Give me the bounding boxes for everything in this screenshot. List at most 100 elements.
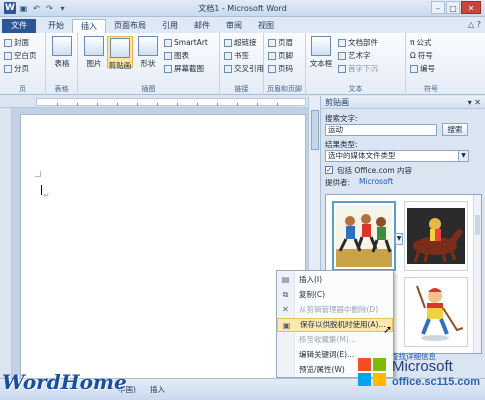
save-offline-icon: ▣	[282, 321, 291, 330]
cross-reference-button[interactable]: 交叉引用	[224, 63, 264, 74]
wordhome-watermark: WordHome	[2, 370, 127, 394]
tab-mailings[interactable]: 邮件	[186, 19, 218, 33]
search-input[interactable]: 运动	[325, 124, 437, 136]
horizontal-ruler[interactable]	[36, 98, 306, 106]
tab-home[interactable]: 开始	[40, 19, 72, 33]
pages-group-label: 页	[19, 85, 26, 93]
document-area: ↵	[12, 108, 320, 378]
help-icon[interactable]: △ ?	[468, 20, 481, 29]
windows-logo-icon	[358, 358, 388, 388]
tab-page-layout[interactable]: 页面布局	[106, 19, 154, 33]
header-footer-group: 页眉 页脚 页码 页眉和页脚	[264, 33, 306, 95]
table-button[interactable]: 表格	[49, 36, 75, 69]
equation-button[interactable]: π 公式	[410, 37, 432, 48]
text-cursor	[41, 185, 42, 195]
include-office-label: 包括 Office.com 内容	[337, 166, 413, 175]
drop-cap-button[interactable]: 首字下沉	[338, 63, 378, 74]
results-scrollbar-thumb[interactable]	[475, 215, 480, 235]
menu-item-save-offline[interactable]: ▣ 保存以供脱机时使用(A)...	[277, 318, 393, 332]
numbering-icon	[410, 64, 418, 73]
window-controls: – □ ✕	[431, 1, 481, 14]
quick-parts-icon	[338, 38, 346, 47]
bookmark-button[interactable]: 书签	[224, 50, 249, 61]
tab-review[interactable]: 审阅	[218, 19, 250, 33]
tab-references[interactable]: 引用	[154, 19, 186, 33]
picture-button[interactable]: 图片	[81, 36, 107, 69]
ribbon-tabs: 文件 开始 插入 页面布局 引用 邮件 审阅 视图 △ ?	[0, 17, 485, 33]
page-number-icon	[268, 64, 276, 73]
mouse-pointer-icon: ➚	[383, 323, 393, 336]
header-icon	[268, 38, 276, 47]
clipart-result-runners[interactable]: ▼	[332, 201, 403, 271]
minimize-icon[interactable]: –	[431, 1, 445, 14]
title-bar: W ▣ ↶ ↷ ▾ 文档1 - Microsoft Word – □ ✕	[0, 0, 485, 17]
task-pane-title: 剪贴画	[325, 98, 349, 107]
hyperlink-button[interactable]: 超链接	[224, 37, 257, 48]
screenshot-button[interactable]: 屏幕截图	[164, 63, 204, 74]
smartart-icon	[164, 38, 172, 47]
result-type-select[interactable]: 选中的媒体文件类型 ▼	[325, 150, 469, 162]
vertical-ruler[interactable]	[0, 108, 12, 378]
page-break-icon	[4, 64, 12, 73]
smartart-button[interactable]: SmartArt	[164, 37, 208, 48]
wordart-icon	[338, 51, 346, 60]
close-pane-icon[interactable]: ▾ ✕	[468, 96, 481, 109]
cover-page-button[interactable]: 封面	[4, 37, 29, 48]
maximize-icon[interactable]: □	[446, 1, 460, 14]
footer-button[interactable]: 页脚	[268, 50, 293, 61]
hyperlink-icon	[224, 38, 232, 47]
ribbon: 封面 空白页 分页 页 表格 表格 图片 剪贴画 形状 SmartArt 图表 …	[0, 33, 485, 95]
header-button[interactable]: 页眉	[268, 37, 293, 48]
menu-item-copy[interactable]: ⧉ 复制(C)	[277, 288, 393, 302]
page-break-button[interactable]: 分页	[4, 63, 29, 74]
menu-item-insert[interactable]: ▤ 插入(I)	[277, 273, 393, 287]
wordart-button[interactable]: 艺术字	[338, 50, 371, 61]
table-icon	[52, 36, 72, 56]
close-icon[interactable]: ✕	[461, 1, 481, 14]
scrollbar-thumb[interactable]	[311, 110, 319, 150]
page-number-button[interactable]: 页码	[268, 63, 293, 74]
numbering-button[interactable]: 编号	[410, 63, 435, 74]
provider-value: Microsoft	[359, 177, 394, 186]
horse-racing-clipart-icon	[407, 208, 465, 264]
links-group-label: 链接	[234, 85, 249, 93]
tab-insert[interactable]: 插入	[72, 19, 106, 33]
footer-icon	[268, 51, 276, 60]
delete-icon: ✕	[282, 305, 289, 314]
textbox-button[interactable]: 文本框	[308, 36, 334, 69]
menu-item-delete[interactable]: ✕ 从剪辑管理器中删除(D)	[277, 303, 393, 317]
document-page[interactable]: ↵	[20, 114, 306, 378]
clipart-result-hockey[interactable]	[404, 277, 468, 347]
chevron-down-icon[interactable]: ▼	[458, 151, 468, 161]
include-office-checkbox[interactable]: ✓	[325, 166, 333, 174]
clipart-dropdown-icon[interactable]: ▼	[395, 233, 403, 245]
clipart-result-horse-racing[interactable]	[404, 201, 468, 271]
symbol-button[interactable]: Ω 符号	[410, 50, 433, 61]
chart-button[interactable]: 图表	[164, 50, 189, 61]
results-scrollbar[interactable]	[473, 195, 481, 353]
hockey-player-clipart-icon	[407, 280, 465, 344]
omega-icon: Ω	[410, 51, 416, 60]
textbox-icon	[311, 36, 331, 56]
clipart-button[interactable]: 剪贴画	[107, 36, 133, 70]
shapes-icon	[138, 36, 158, 56]
bookmark-icon	[224, 51, 232, 60]
blank-page-button[interactable]: 空白页	[4, 50, 37, 61]
microsoft-office-watermark: Microsoft office.sc115.com	[358, 356, 483, 396]
search-button[interactable]: 搜索	[442, 123, 468, 136]
chart-icon	[164, 51, 172, 60]
clipart-icon	[110, 38, 130, 58]
quick-parts-button[interactable]: 文档部件	[338, 37, 378, 48]
symbols-group-label: 符号	[424, 85, 438, 93]
watermark-site: office.sc115.com	[392, 376, 481, 388]
horizontal-ruler-bar	[0, 96, 320, 108]
text-group: 文本框 文档部件 艺术字 首字下沉 文本	[306, 33, 406, 95]
status-insert-mode[interactable]: 插入	[150, 384, 165, 395]
symbols-group: π 公式 Ω 符号 编号 符号	[406, 33, 456, 95]
header-footer-group-label: 页眉和页脚	[267, 85, 302, 93]
tab-view[interactable]: 视图	[250, 19, 282, 33]
shapes-button[interactable]: 形状	[135, 36, 161, 69]
tab-file[interactable]: 文件	[2, 19, 36, 33]
screenshot-icon	[164, 64, 172, 73]
menu-item-move-to-collection[interactable]: 移至收藏集(M)...	[277, 333, 393, 347]
